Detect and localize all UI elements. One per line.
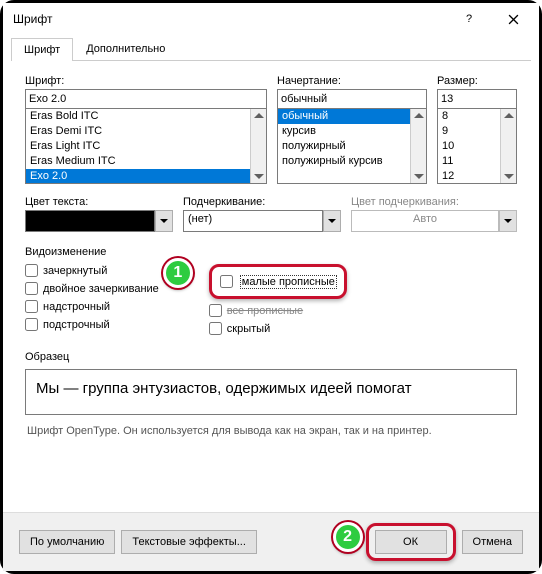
font-listbox[interactable]: Eras Bold ITC Eras Demi ITC Eras Light I… [25,108,267,184]
size-input[interactable] [437,89,517,109]
dialog-footer: По умолчанию Текстовые эффекты... 2 ОК О… [3,512,539,571]
annotation-badge-2: 2 [333,522,363,552]
annotation-badge-1: 1 [163,258,193,288]
preview-label: Образец [25,351,517,363]
style-listbox[interactable]: обычный курсив полужирный полужирный кур… [277,108,427,184]
tab-advanced[interactable]: Дополнительно [73,37,178,60]
style-input[interactable] [277,89,427,109]
footnote: Шрифт OpenType. Он используется для выво… [27,425,515,437]
font-label: Шрифт: [25,75,267,87]
size-label: Размер: [437,75,517,87]
preview-box: Мы — группа энтузиастов, одержимых идеей… [25,369,517,415]
list-item[interactable]: Exo 2.0 [26,169,266,184]
tab-bar: Шрифт Дополнительно [11,37,531,61]
checkbox-all-caps[interactable]: все прописные [209,304,347,317]
checkbox-small-caps[interactable] [220,275,233,288]
tab-font[interactable]: Шрифт [11,38,73,61]
checkbox-double-strike[interactable]: двойное зачеркивание [25,282,159,295]
checkbox-hidden[interactable]: скрытый [209,322,347,335]
size-listbox[interactable]: 8 9 10 11 12 [437,108,517,184]
list-item[interactable]: Eras Bold ITC [26,109,266,124]
underline-color-dropdown: Авто [351,210,517,232]
effects-label: Видоизменение [25,246,517,258]
font-input[interactable] [25,89,267,109]
checkbox-superscript[interactable]: надстрочный [25,300,159,313]
text-effects-button[interactable]: Текстовые эффекты... [121,530,257,554]
text-color-dropdown[interactable] [25,210,173,232]
underline-value: (нет) [183,210,323,232]
underline-color-value: Авто [351,210,499,232]
checkbox-strike[interactable]: зачеркнутый [25,264,159,277]
text-color-label: Цвет текста: [25,196,173,208]
cancel-button[interactable]: Отмена [462,530,523,554]
scrollbar[interactable] [250,109,266,183]
close-button[interactable] [491,5,535,33]
ok-button[interactable]: ОК [375,530,447,554]
chevron-down-icon [155,210,173,232]
list-item[interactable]: полужирный курсив [278,154,426,169]
color-swatch [25,210,155,232]
chevron-down-icon [499,210,517,232]
close-icon [508,14,519,25]
default-button[interactable]: По умолчанию [19,530,115,554]
list-item[interactable]: Eras Light ITC [26,139,266,154]
list-item[interactable]: Eras Demi ITC [26,124,266,139]
scrollbar[interactable] [410,109,426,183]
underline-label: Подчеркивание: [183,196,341,208]
style-label: Начертание: [277,75,427,87]
list-item[interactable]: полужирный [278,139,426,154]
highlight-small-caps: малые прописные [209,264,347,299]
chevron-down-icon [323,210,341,232]
list-item[interactable]: Eras Medium ITC [26,154,266,169]
checkbox-subscript[interactable]: подстрочный [25,318,159,331]
help-button[interactable]: ? [447,5,491,33]
titlebar: Шрифт ? [3,3,539,35]
underline-color-label: Цвет подчеркивания: [351,196,517,208]
list-item[interactable]: курсив [278,124,426,139]
scrollbar[interactable] [500,109,516,183]
highlight-ok: 2 ОК [366,523,456,561]
underline-dropdown[interactable]: (нет) [183,210,341,232]
window-title: Шрифт [13,12,447,26]
list-item[interactable]: обычный [278,109,426,124]
